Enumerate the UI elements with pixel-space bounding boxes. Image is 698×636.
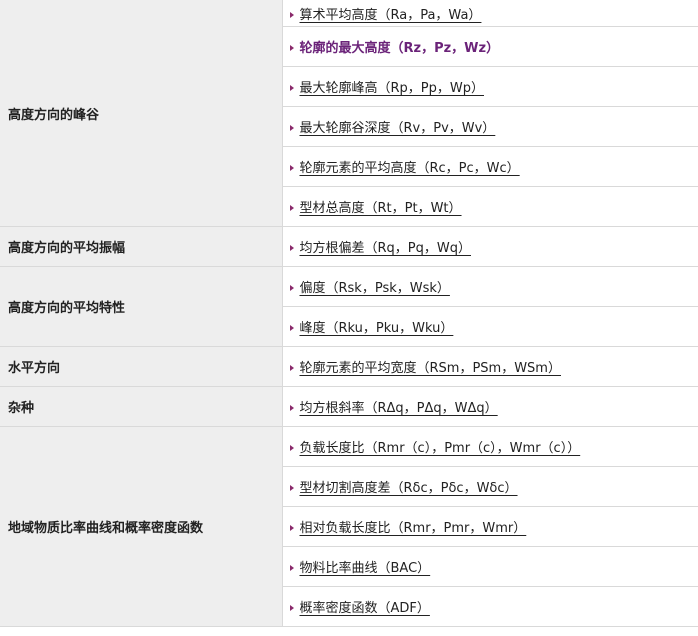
- parameter-link[interactable]: 轮廓元素的平均高度（Rc，Pc，Wc）: [300, 161, 520, 176]
- table-row: 高度方向的峰谷 算术平均高度（Ra，Pa，Wa）: [0, 0, 698, 227]
- parameter-cell: 偏度（Rsk，Psk，Wsk）: [282, 266, 698, 307]
- triangle-right-icon: [289, 285, 294, 291]
- table-row: 水平方向 轮廓元素的平均宽度（RSm，PSm，WSm）: [0, 346, 698, 387]
- parameter-cell: 最大轮廓峰高（Rp，Pp，Wp）: [282, 66, 698, 107]
- category-label: 高度方向的峰谷: [0, 0, 283, 227]
- parameter-link[interactable]: 型材总高度（Rt，Pt，Wt）: [300, 201, 462, 216]
- parameter-cell: 物料比率曲线（BAC）: [282, 546, 698, 587]
- triangle-right-icon: [289, 405, 294, 411]
- table-row: 杂种 均方根斜率（RΔq，PΔq，WΔq）: [0, 386, 698, 427]
- parameter-cell: 型材总高度（Rt，Pt，Wt）: [282, 186, 698, 227]
- parameter-cell: 最大轮廓谷深度（Rv，Pv，Wv）: [282, 106, 698, 147]
- triangle-right-icon: [289, 11, 294, 18]
- parameter-cell: 相对负载长度比（Rmr，Pmr，Wmr）: [282, 506, 698, 547]
- parameter-cell: 型材切割高度差（Rδc，Pδc，Wδc）: [282, 466, 698, 507]
- parameter-cell: 算术平均高度（Ra，Pa，Wa）: [282, 0, 698, 27]
- parameter-cell: 轮廓的最大高度（Rz，Pz，Wz）: [282, 26, 698, 67]
- parameter-cell: 负载长度比（Rmr（c），Pmr（c），Wmr（c））: [282, 426, 698, 467]
- parameter-link[interactable]: 概率密度函数（ADF）: [300, 601, 430, 616]
- triangle-right-icon: [289, 605, 294, 611]
- parameter-link[interactable]: 峰度（Rku，Pku，Wku）: [300, 321, 454, 336]
- roughness-parameter-table: 高度方向的峰谷 算术平均高度（Ra，Pa，Wa） 轮廓的最大高度（Rz，Pz，Wz）…: [0, 0, 698, 627]
- triangle-right-icon: [289, 245, 294, 251]
- triangle-right-icon: [289, 85, 294, 91]
- parameter-link[interactable]: 最大轮廓谷深度（Rv，Pv，Wv）: [300, 121, 496, 136]
- table-body: 高度方向的峰谷 算术平均高度（Ra，Pa，Wa） 轮廓的最大高度（Rz，Pz，Wz）…: [0, 0, 698, 627]
- parameter-link[interactable]: 最大轮廓峰高（Rp，Pp，Wp）: [300, 81, 484, 96]
- triangle-right-icon: [289, 485, 294, 491]
- triangle-right-icon: [289, 45, 294, 51]
- parameter-cell: 轮廓元素的平均高度（Rc，Pc，Wc）: [282, 146, 698, 187]
- parameter-link[interactable]: 型材切割高度差（Rδc，Pδc，Wδc）: [300, 481, 518, 496]
- parameter-link[interactable]: 均方根偏差（Rq，Pq，Wq）: [300, 241, 471, 256]
- table-row: 高度方向的平均特性 偏度（Rsk，Psk，Wsk）: [0, 266, 698, 347]
- triangle-right-icon: [289, 525, 294, 531]
- triangle-right-icon: [289, 565, 294, 571]
- parameter-link[interactable]: 均方根斜率（RΔq，PΔq，WΔq）: [300, 401, 498, 416]
- parameter-link[interactable]: 物料比率曲线（BAC）: [300, 561, 431, 576]
- triangle-right-icon: [289, 165, 294, 171]
- parameter-cell: 均方根斜率（RΔq，PΔq，WΔq）: [282, 386, 698, 427]
- triangle-right-icon: [289, 205, 294, 211]
- parameter-cell: 概率密度函数（ADF）: [282, 586, 698, 627]
- table-row: 高度方向的平均振幅 均方根偏差（Rq，Pq，Wq）: [0, 226, 698, 267]
- category-label: 地域物质比率曲线和概率密度函数: [0, 426, 283, 627]
- parameter-link[interactable]: 偏度（Rsk，Psk，Wsk）: [300, 281, 450, 296]
- triangle-right-icon: [289, 365, 294, 371]
- parameter-link[interactable]: 负载长度比（Rmr（c），Pmr（c），Wmr（c））: [300, 441, 581, 456]
- triangle-right-icon: [289, 325, 294, 331]
- table-row: 地域物质比率曲线和概率密度函数 负载长度比（Rmr（c），Pmr（c），Wmr（c…: [0, 426, 698, 627]
- triangle-right-icon: [289, 445, 294, 451]
- category-label: 高度方向的平均振幅: [0, 226, 283, 267]
- parameter-cell: 峰度（Rku，Pku，Wku）: [282, 306, 698, 347]
- parameter-cell: 均方根偏差（Rq，Pq，Wq）: [282, 226, 698, 267]
- category-label: 杂种: [0, 386, 283, 427]
- category-label: 水平方向: [0, 346, 283, 387]
- parameter-link[interactable]: 轮廓元素的平均宽度（RSm，PSm，WSm）: [300, 361, 561, 376]
- category-label: 高度方向的平均特性: [0, 266, 283, 347]
- parameter-cell: 轮廓元素的平均宽度（RSm，PSm，WSm）: [282, 346, 698, 387]
- parameter-link[interactable]: 轮廓的最大高度（Rz，Pz，Wz）: [300, 41, 500, 56]
- parameter-link[interactable]: 算术平均高度（Ra，Pa，Wa）: [300, 8, 482, 23]
- triangle-right-icon: [289, 125, 294, 131]
- parameter-link[interactable]: 相对负载长度比（Rmr，Pmr，Wmr）: [300, 521, 527, 536]
